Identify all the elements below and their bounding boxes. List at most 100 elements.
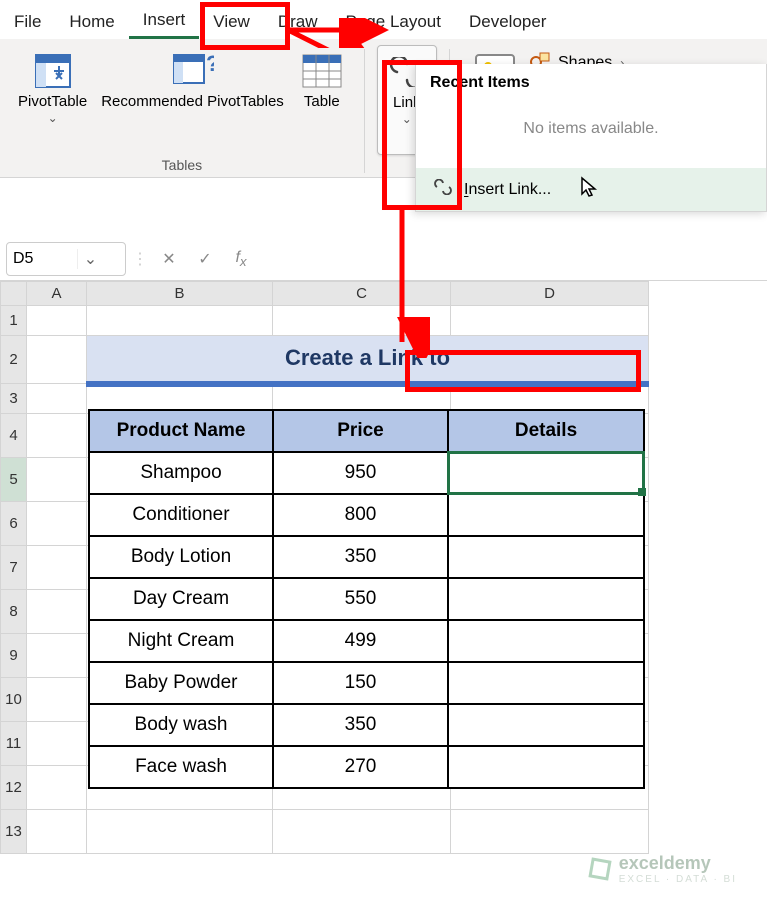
link-icon xyxy=(432,179,454,200)
tab-draw[interactable]: Draw xyxy=(264,6,332,38)
cell-product[interactable]: Face wash xyxy=(89,746,273,788)
cancel-formula-icon[interactable]: ✕ xyxy=(154,244,184,274)
select-all-corner[interactable] xyxy=(1,282,27,306)
cell-details[interactable] xyxy=(448,704,644,746)
header-details[interactable]: Details xyxy=(448,410,644,452)
no-items-label: No items available. xyxy=(416,96,766,168)
fx-icon[interactable]: fx xyxy=(226,244,256,274)
cell-price[interactable]: 270 xyxy=(273,746,448,788)
tab-file[interactable]: File xyxy=(0,6,55,38)
chevron-down-icon: ⌄ xyxy=(48,111,58,125)
cell-details[interactable] xyxy=(448,662,644,704)
table-button[interactable]: Table xyxy=(292,45,352,155)
table-row: Conditioner800 xyxy=(89,494,644,536)
title-cell[interactable]: Create a Link to xyxy=(87,336,649,384)
cell-product[interactable]: Day Cream xyxy=(89,578,273,620)
recent-items-header: Recent Items xyxy=(416,64,766,96)
row-header[interactable]: 12 xyxy=(1,766,27,810)
table-label: Table xyxy=(304,93,340,111)
cell-details[interactable] xyxy=(448,746,644,788)
data-table: Product Name Price Details Shampoo950 Co… xyxy=(88,409,645,789)
pivottable-icon xyxy=(34,49,72,93)
chevron-down-icon: ⌄ xyxy=(402,112,412,126)
row-header[interactable]: 13 xyxy=(1,810,27,854)
name-box[interactable]: ⌄ xyxy=(6,242,126,276)
row-header[interactable]: 6 xyxy=(1,502,27,546)
row-header[interactable]: 5 xyxy=(1,458,27,502)
tab-view[interactable]: View xyxy=(199,6,264,38)
row-header[interactable]: 3 xyxy=(1,384,27,414)
header-product-name[interactable]: Product Name xyxy=(89,410,273,452)
cell-details-selected[interactable] xyxy=(448,452,644,494)
table-row: Baby Powder150 xyxy=(89,662,644,704)
pivottable-label: PivotTable xyxy=(18,93,87,111)
name-box-dropdown-icon[interactable]: ⌄ xyxy=(77,249,103,269)
watermark-icon xyxy=(587,856,613,882)
cell-product[interactable]: Conditioner xyxy=(89,494,273,536)
row-header[interactable]: 9 xyxy=(1,634,27,678)
tab-page-layout[interactable]: Page Layout xyxy=(332,6,455,38)
column-header-a[interactable]: A xyxy=(27,282,87,306)
row-header[interactable]: 2 xyxy=(1,336,27,384)
cell-product[interactable]: Body Lotion xyxy=(89,536,273,578)
link-dropdown-panel: Recent Items No items available. Insert … xyxy=(415,64,767,212)
cell-product[interactable]: Body wash xyxy=(89,704,273,746)
table-row: Night Cream499 xyxy=(89,620,644,662)
table-row: Body Lotion350 xyxy=(89,536,644,578)
row-header[interactable]: 1 xyxy=(1,306,27,336)
table-row: Face wash270 xyxy=(89,746,644,788)
row-header[interactable]: 10 xyxy=(1,678,27,722)
cursor-icon xyxy=(579,176,599,203)
cell-details[interactable] xyxy=(448,578,644,620)
ribbon-tabs: File Home Insert View Draw Page Layout D… xyxy=(0,0,767,39)
tab-insert[interactable]: Insert xyxy=(129,4,200,39)
pivottable-button[interactable]: PivotTable ⌄ xyxy=(12,45,93,155)
tables-group-label: Tables xyxy=(162,155,202,177)
cell-product[interactable]: Baby Powder xyxy=(89,662,273,704)
cell-price[interactable]: 499 xyxy=(273,620,448,662)
recommended-pivottables-icon: ? xyxy=(172,49,214,93)
cell-reference-input[interactable] xyxy=(7,246,77,272)
row-header[interactable]: 8 xyxy=(1,590,27,634)
cell-price[interactable]: 800 xyxy=(273,494,448,536)
insert-link-label: Insert Link... xyxy=(464,181,551,199)
cell-price[interactable]: 350 xyxy=(273,536,448,578)
column-header-b[interactable]: B xyxy=(87,282,273,306)
recommended-pivottables-label: Recommended PivotTables xyxy=(101,93,284,111)
cell-details[interactable] xyxy=(448,494,644,536)
watermark: exceldemy EXCEL · DATA · BI xyxy=(587,853,737,885)
insert-link-menu-item[interactable]: Insert Link... xyxy=(416,168,766,211)
worksheet[interactable]: A B C D 1 2Create a Link to 3 4 5 6 7 8 … xyxy=(0,281,767,854)
svg-text:?: ? xyxy=(206,53,214,76)
table-row: Shampoo950 xyxy=(89,452,644,494)
table-row: Day Cream550 xyxy=(89,578,644,620)
cell-price[interactable]: 550 xyxy=(273,578,448,620)
formula-input[interactable] xyxy=(262,246,761,272)
cell-details[interactable] xyxy=(448,536,644,578)
separator xyxy=(364,49,365,173)
tab-developer[interactable]: Developer xyxy=(455,6,561,38)
column-header-d[interactable]: D xyxy=(451,282,649,306)
accept-formula-icon[interactable]: ✓ xyxy=(190,244,220,274)
table-row: Body wash350 xyxy=(89,704,644,746)
cell-price[interactable]: 150 xyxy=(273,662,448,704)
table-header-row: Product Name Price Details xyxy=(89,410,644,452)
table-icon xyxy=(302,49,342,93)
cell-price[interactable]: 350 xyxy=(273,704,448,746)
row-header[interactable]: 11 xyxy=(1,722,27,766)
cell-product[interactable]: Shampoo xyxy=(89,452,273,494)
recommended-pivottables-button[interactable]: ? Recommended PivotTables xyxy=(95,45,290,155)
watermark-tagline: EXCEL · DATA · BI xyxy=(619,874,737,885)
row-header[interactable]: 7 xyxy=(1,546,27,590)
watermark-brand: exceldemy xyxy=(619,853,737,874)
column-header-c[interactable]: C xyxy=(273,282,451,306)
cell-product[interactable]: Night Cream xyxy=(89,620,273,662)
cell-price[interactable]: 950 xyxy=(273,452,448,494)
cell-details[interactable] xyxy=(448,620,644,662)
formula-bar: ⌄ ⋮ ✕ ✓ fx xyxy=(0,238,767,281)
separator: ⋮ xyxy=(132,249,148,269)
header-price[interactable]: Price xyxy=(273,410,448,452)
tab-home[interactable]: Home xyxy=(55,6,128,38)
row-header[interactable]: 4 xyxy=(1,414,27,458)
group-tables: PivotTable ⌄ ? Recommended PivotTables T… xyxy=(6,45,358,177)
